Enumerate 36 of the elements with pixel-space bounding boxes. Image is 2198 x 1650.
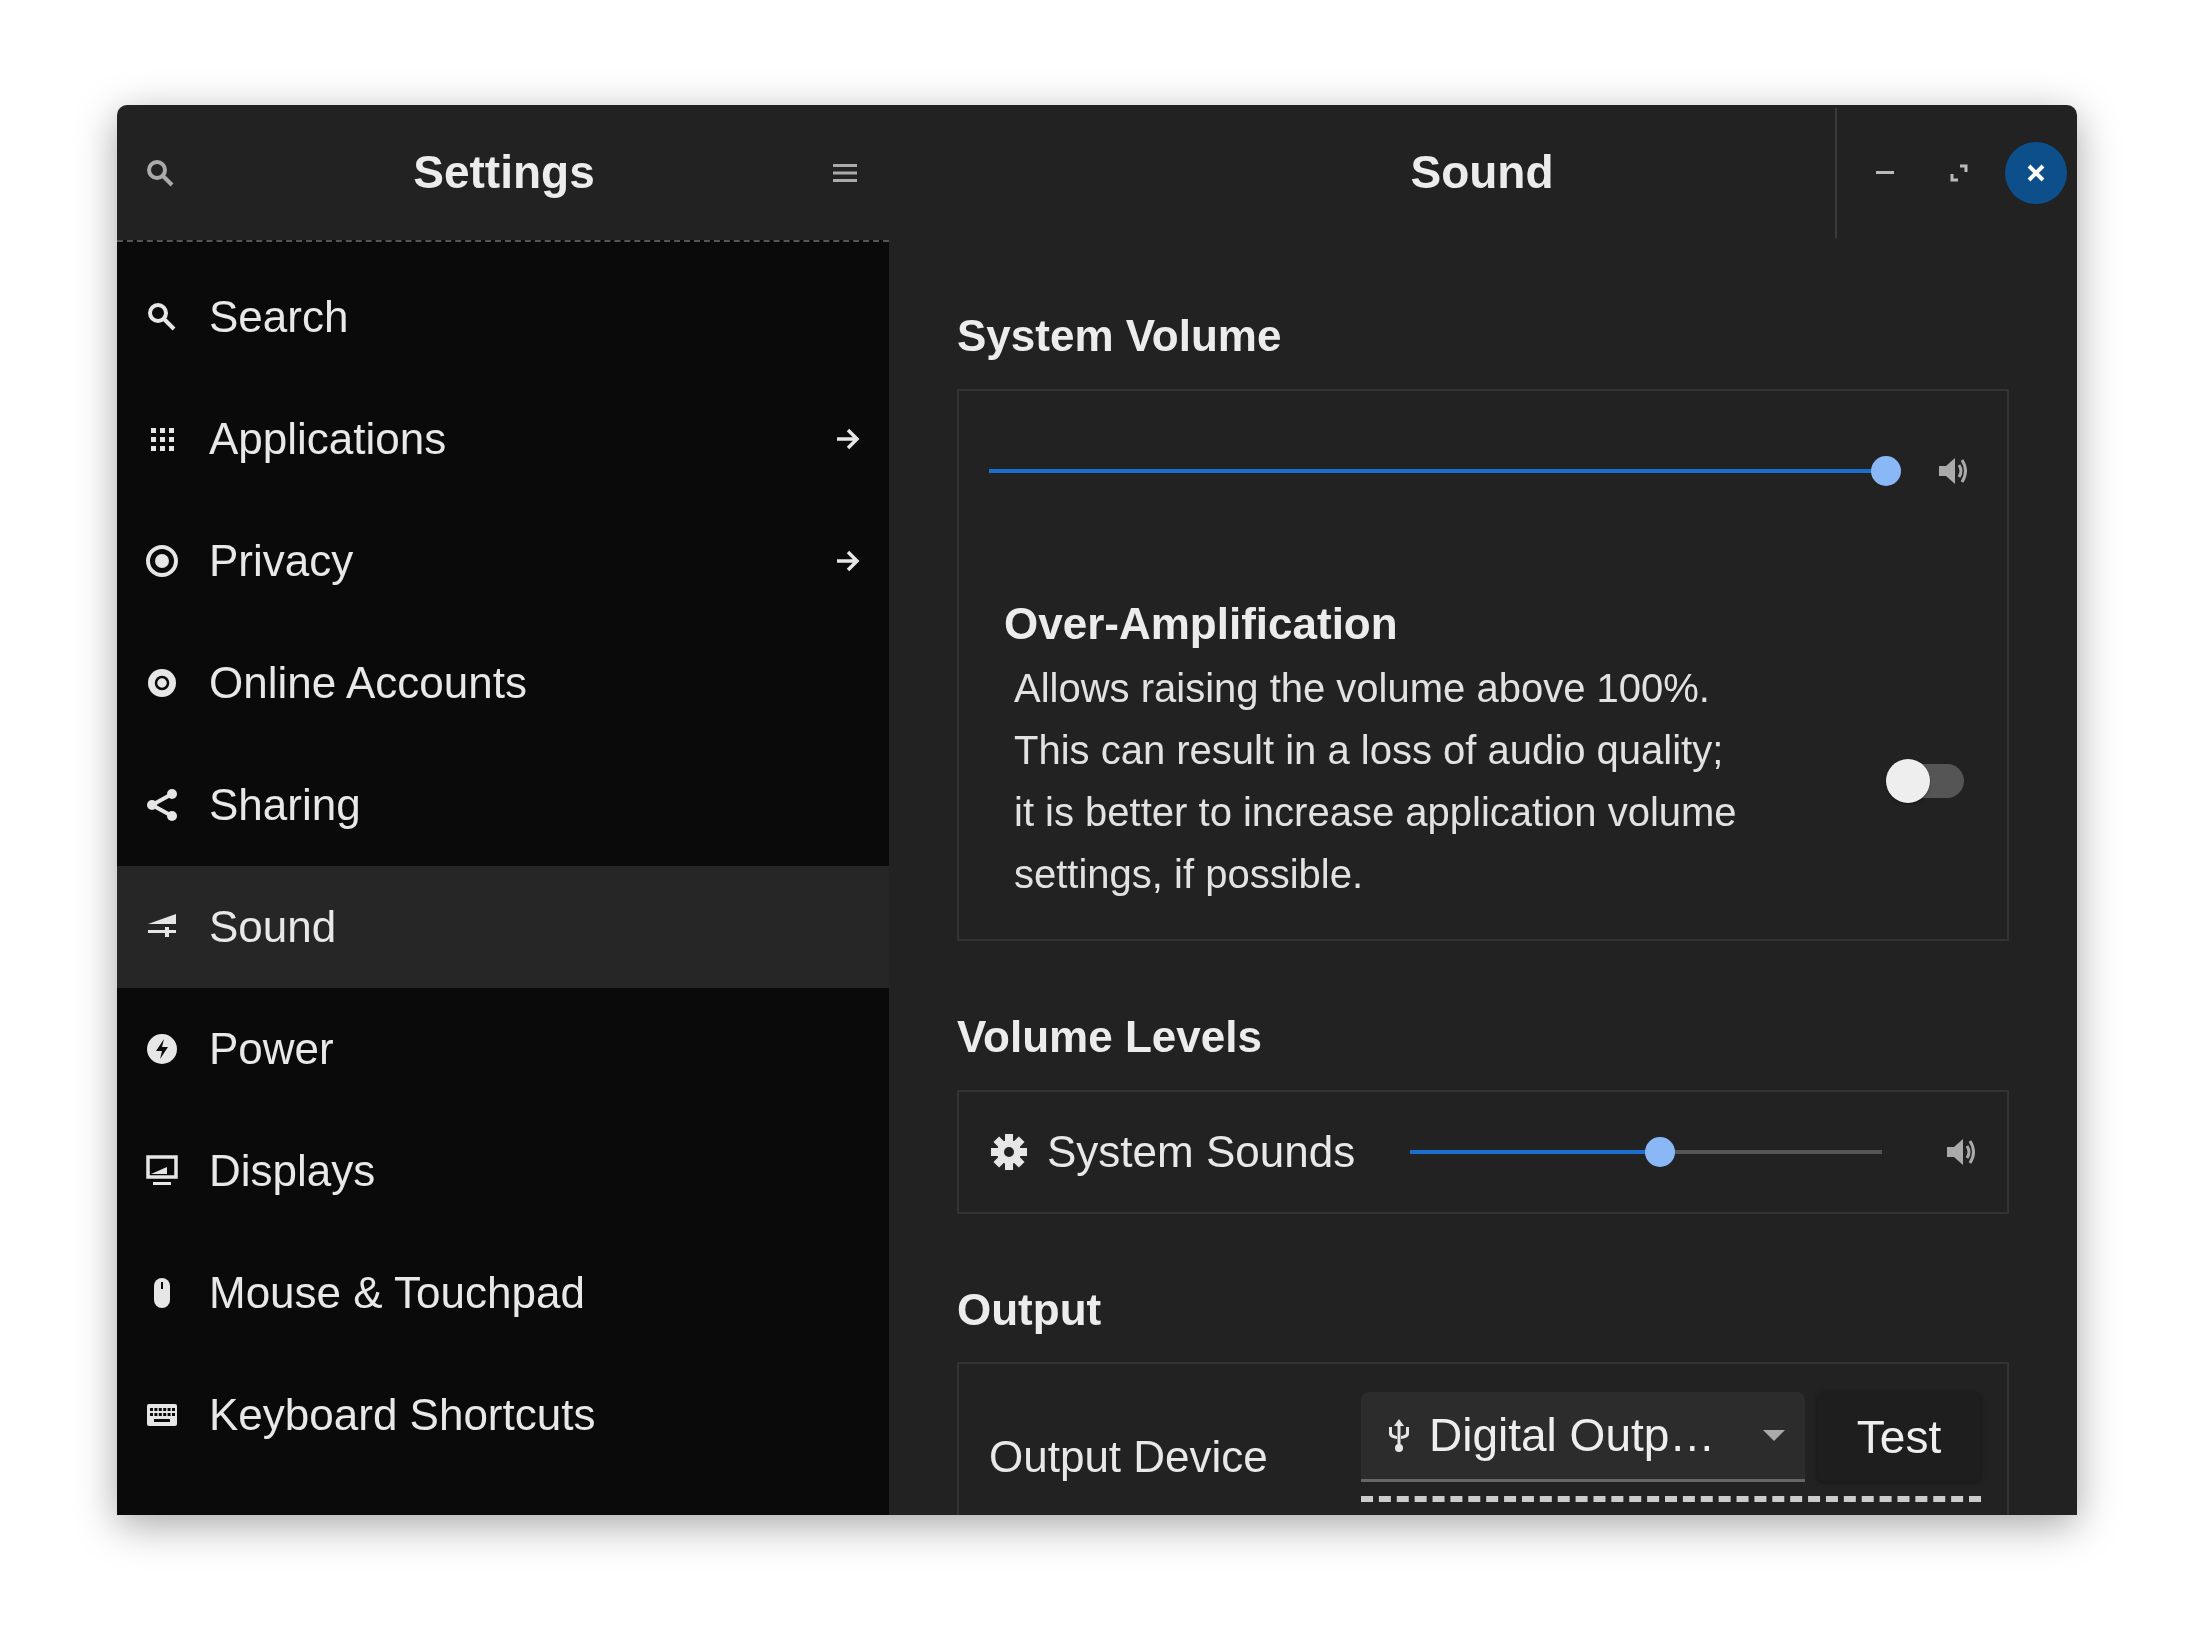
page-title: Sound: [1410, 145, 1554, 200]
sidebar-item[interactable]: Privacy: [117, 500, 889, 622]
field-label: Output Device: [989, 1431, 1269, 1484]
sidebar-item[interactable]: Keyboard Shortcuts: [117, 1354, 889, 1476]
close-icon: [2026, 162, 2046, 183]
slider-thumb[interactable]: [1645, 1136, 1676, 1167]
volume-label: System Sounds: [1047, 1125, 1356, 1178]
sidebar-item[interactable]: Displays: [117, 1110, 889, 1232]
menu-icon: [833, 162, 857, 183]
sidebar-item[interactable]: Power: [117, 988, 889, 1110]
target-icon: [145, 544, 179, 578]
section-heading: Output: [957, 1283, 1103, 1336]
test-button[interactable]: Test: [1817, 1392, 1981, 1483]
option-description: Allows raising the volume above 100%. This can result in a loss of audio quality; it is better to increase application volume settings, if possible.: [1013, 664, 1737, 898]
section-heading: Volume Levels: [957, 1010, 1263, 1063]
lightning-icon: [145, 1032, 179, 1066]
section-heading: System Volume: [957, 310, 1283, 362]
gear-icon: [989, 1131, 1029, 1172]
minimize-icon: [1876, 170, 1894, 175]
sidebar-item[interactable]: Sound: [117, 866, 889, 988]
sidebar-item[interactable]: Sharing: [117, 744, 889, 866]
sidebar-item[interactable]: Online Accounts: [117, 622, 889, 744]
device-dropdown[interactable]: Digital Outp…: [1361, 1392, 1805, 1483]
maximize-icon: [1949, 162, 1969, 183]
usb-icon: [1387, 1418, 1411, 1453]
search-icon: [145, 157, 175, 188]
caret-icon: [1763, 1429, 1785, 1442]
sidebar-item[interactable]: Mouse & Touchpad: [117, 1232, 889, 1354]
option-title: Over-Amplification: [1004, 597, 1399, 650]
slider-thumb[interactable]: [1871, 455, 1901, 486]
monitor-icon: [145, 1154, 179, 1188]
sidebar-item[interactable]: Search: [117, 256, 889, 378]
share-icon: [145, 788, 179, 822]
at-sign-icon: [145, 666, 179, 700]
sidebar-title: Settings: [413, 145, 595, 200]
sidebar-item[interactable]: Applications: [117, 378, 889, 500]
